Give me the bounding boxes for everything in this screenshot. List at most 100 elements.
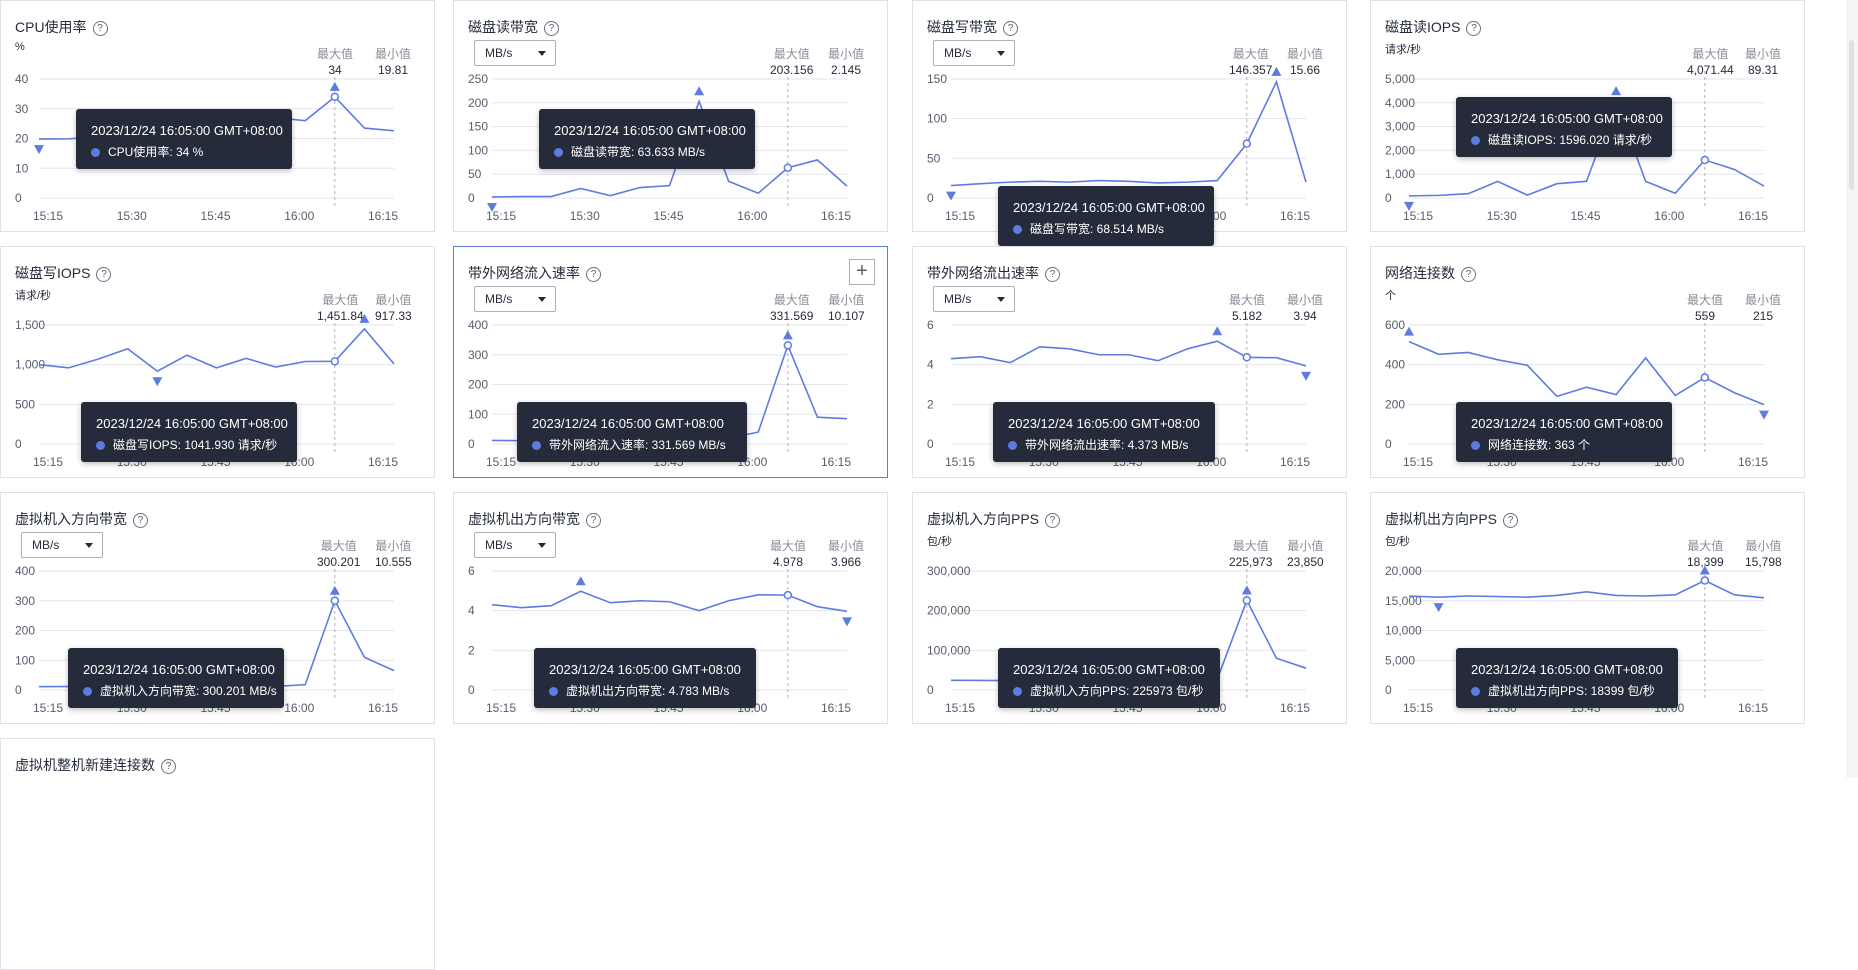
y-tick-label: 0	[927, 437, 934, 451]
tooltip-time: 2023/12/24 16:05:00 GMT+08:00	[83, 662, 275, 677]
y-tick-label: 100	[15, 653, 35, 667]
metric-card: 虚拟机入方向带宽? MB/s 最大值 300.201 最小值 10.555 400 300 20…	[0, 492, 435, 724]
max-marker	[1271, 66, 1282, 76]
chart-tooltip: 2023/12/24 16:05:00 GMT+08:00 磁盘写IOPS: 10…	[81, 402, 297, 462]
y-tick-label: 2,000	[1385, 143, 1415, 157]
series-dot-icon	[91, 148, 100, 157]
series-line	[491, 590, 848, 613]
tooltip-value-row: 磁盘写IOPS: 1041.930 请求/秒	[96, 436, 282, 453]
y-tick-label: 100	[468, 143, 488, 157]
max-marker	[782, 330, 793, 340]
tooltip-value: 磁盘写IOPS: 1041.930 请求/秒	[113, 438, 278, 452]
x-tick-label: 15:15	[1403, 701, 1433, 715]
y-tick-label: 20	[15, 132, 29, 146]
tooltip-time: 2023/12/24 16:05:00 GMT+08:00	[91, 123, 283, 138]
y-tick-label: 0	[15, 683, 22, 697]
y-tick-label: 100	[927, 112, 947, 126]
y-tick-label: 300,000	[927, 564, 971, 578]
x-tick-label: 15:30	[570, 209, 600, 223]
series-dot-icon	[1013, 687, 1022, 696]
x-tick-label: 16:15	[1738, 455, 1768, 469]
y-tick-label: 0	[468, 191, 475, 205]
tooltip-time: 2023/12/24 16:05:00 GMT+08:00	[1013, 200, 1205, 215]
tooltip-time: 2023/12/24 16:05:00 GMT+08:00	[1008, 416, 1200, 431]
help-icon[interactable]: ?	[161, 759, 176, 774]
y-tick-label: 100,000	[927, 643, 971, 657]
hover-point	[783, 590, 793, 600]
y-tick-label: 400	[15, 564, 35, 578]
hover-point	[330, 357, 340, 366]
y-tick-label: 2	[927, 397, 934, 411]
hover-point	[783, 163, 793, 172]
series-line	[950, 79, 1307, 187]
y-tick-label: 20,000	[1385, 564, 1422, 578]
tooltip-value-row: 磁盘写带宽: 68.514 MB/s	[1013, 220, 1199, 237]
series-dot-icon	[1013, 225, 1022, 234]
chart-tooltip: 2023/12/24 16:05:00 GMT+08:00 CPU使用率: 34 …	[76, 109, 292, 169]
x-tick-label: 15:15	[486, 455, 516, 469]
tooltip-value: 磁盘读带宽: 63.633 MB/s	[571, 145, 706, 159]
y-tick-label: 4	[927, 358, 934, 372]
x-tick-label: 15:15	[486, 209, 516, 223]
x-tick-label: 15:45	[201, 209, 231, 223]
series-dot-icon	[1008, 441, 1017, 450]
tooltip-value-row: 虚拟机出方向带宽: 4.783 MB/s	[549, 682, 741, 699]
y-tick-label: 50	[468, 167, 482, 181]
max-marker	[1404, 326, 1414, 336]
card-title-text: 虚拟机整机新建连接数	[15, 757, 155, 773]
hover-point	[1700, 576, 1710, 585]
series-line	[1408, 579, 1765, 599]
y-tick-label: 3,000	[1385, 120, 1415, 134]
tooltip-time: 2023/12/24 16:05:00 GMT+08:00	[532, 416, 724, 431]
y-tick-label: 150	[927, 72, 947, 86]
y-tick-label: 6	[927, 318, 934, 332]
min-marker	[34, 145, 44, 155]
chart-tooltip: 2023/12/24 16:05:00 GMT+08:00 磁盘读IOPS: 15…	[1456, 97, 1672, 157]
series-dot-icon	[549, 687, 558, 696]
chart-tooltip: 2023/12/24 16:05:00 GMT+08:00 磁盘写带宽: 68.5…	[998, 186, 1214, 246]
hover-point	[1700, 373, 1710, 382]
x-tick-label: 16:15	[368, 701, 398, 715]
tooltip-value: 磁盘读IOPS: 1596.020 请求/秒	[1488, 133, 1653, 147]
chart-tooltip: 2023/12/24 16:05:00 GMT+08:00 磁盘读带宽: 63.6…	[539, 109, 755, 169]
x-tick-label: 16:15	[1738, 701, 1768, 715]
tooltip-time: 2023/12/24 16:05:00 GMT+08:00	[549, 662, 741, 677]
max-marker	[575, 576, 586, 586]
x-tick-label: 15:45	[654, 209, 684, 223]
y-tick-label: 200	[468, 96, 488, 110]
hover-point	[330, 596, 340, 605]
x-tick-label: 16:15	[821, 701, 851, 715]
card-title: 虚拟机整机新建连接数?	[15, 755, 176, 775]
x-tick-label: 16:15	[368, 209, 398, 223]
tooltip-value-row: CPU使用率: 34 %	[91, 143, 277, 160]
max-marker	[1241, 585, 1252, 595]
min-marker	[946, 191, 956, 201]
hover-point	[1242, 139, 1252, 148]
x-tick-label: 16:00	[737, 209, 767, 223]
x-tick-label: 15:30	[117, 209, 147, 223]
tooltip-value: 虚拟机出方向带宽: 4.783 MB/s	[566, 684, 730, 698]
min-marker	[1433, 603, 1444, 613]
max-marker	[1611, 86, 1622, 96]
metric-card: 磁盘读带宽? MB/s 最大值 203.156 最小值 2.145 250 200 150 100…	[453, 0, 888, 232]
x-tick-label: 16:15	[821, 209, 851, 223]
y-tick-label: 6	[468, 564, 475, 578]
x-tick-label: 16:00	[1654, 209, 1684, 223]
metric-card: 网络连接数? 个最大值 559 最小值 215 600 400 200 0 15:15 15:30 1…	[1370, 246, 1805, 478]
y-tick-label: 200	[468, 378, 488, 392]
tooltip-time: 2023/12/24 16:05:00 GMT+08:00	[96, 416, 288, 431]
x-tick-label: 16:00	[284, 209, 314, 223]
tooltip-time: 2023/12/24 16:05:00 GMT+08:00	[1471, 416, 1663, 431]
tooltip-value: 虚拟机入方向带宽: 300.201 MB/s	[100, 684, 277, 698]
min-marker	[152, 377, 163, 387]
metric-card: CPU使用率?% 最大值 34 最小值 19.81 40 30 20 10 0 15:15 15:30…	[0, 0, 435, 232]
scrollbar-thumb[interactable]	[1849, 40, 1854, 190]
y-tick-label: 0	[1385, 437, 1392, 451]
y-tick-label: 200,000	[927, 604, 971, 618]
series-dot-icon	[96, 441, 105, 450]
tooltip-value: 虚拟机入方向PPS: 225973 包/秒	[1030, 684, 1204, 698]
y-tick-label: 0	[15, 437, 22, 451]
tooltip-value-row: 磁盘读IOPS: 1596.020 请求/秒	[1471, 131, 1657, 148]
y-tick-label: 400	[1385, 358, 1405, 372]
x-tick-label: 16:15	[1280, 701, 1310, 715]
